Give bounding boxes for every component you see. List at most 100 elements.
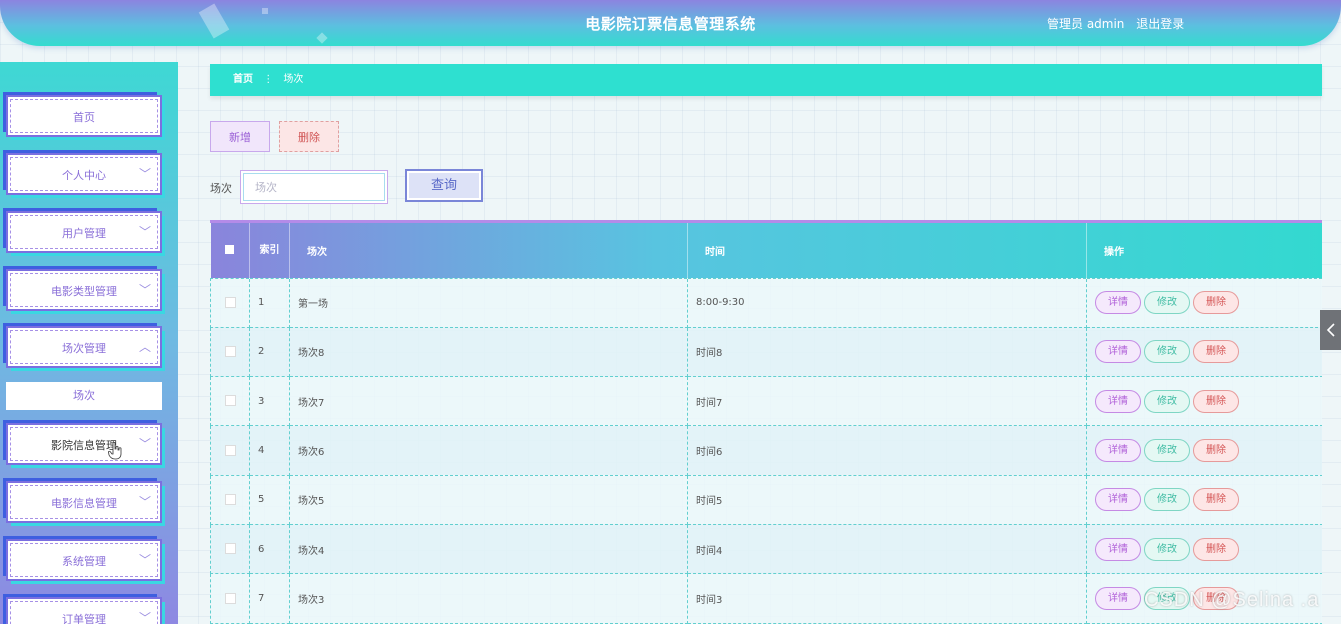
edit-button[interactable]: 修改 (1144, 291, 1190, 315)
cell-operations: 详情 修改 删除 (1086, 326, 1322, 378)
table-header-row: 索引 场次 时间 操作 (210, 223, 1322, 278)
cell-time: 时间7 (687, 376, 1087, 427)
header-operations: 操作 (1086, 223, 1322, 278)
row-select[interactable] (210, 376, 250, 427)
header-time: 时间 (687, 223, 1087, 278)
detail-button[interactable]: 详情 (1095, 291, 1141, 315)
row-checkbox[interactable] (224, 543, 236, 555)
row-checkbox[interactable] (224, 494, 236, 506)
edit-button[interactable]: 修改 (1144, 439, 1190, 463)
delete-button[interactable]: 删除 (1193, 389, 1239, 413)
cell-session: 场次8 (289, 326, 688, 378)
batch-delete-button[interactable]: 删除 (279, 121, 339, 152)
sidebar-item-movie-type-management[interactable]: 电影类型管理 ﹀ (6, 269, 162, 311)
sidebar-subitem-session[interactable]: 场次 (6, 382, 162, 410)
cell-index: 3 (249, 376, 290, 427)
row-checkbox[interactable] (224, 592, 236, 604)
cell-index: 6 (249, 523, 290, 575)
cell-time: 时间4 (687, 523, 1087, 575)
row-select[interactable] (210, 425, 250, 476)
cell-operations: 详情 修改 删除 (1086, 523, 1322, 575)
row-select[interactable] (210, 326, 250, 378)
chevron-down-icon: ﹀ (138, 611, 151, 624)
detail-button[interactable]: 详情 (1095, 439, 1141, 463)
data-table: 索引 场次 时间 操作 1 第一场 8:00-9:30 详情 修改 删除 2 场次8 时间8 详情… (210, 220, 1322, 624)
sidebar-item-system-management[interactable]: 系统管理 ﹀ (6, 539, 162, 581)
cell-time: 8:00-9:30 (687, 277, 1087, 328)
cell-session: 场次4 (289, 523, 688, 575)
cell-time: 时间6 (687, 425, 1087, 476)
cell-operations: 详情 修改 删除 (1086, 474, 1322, 525)
row-checkbox[interactable] (224, 444, 236, 456)
cell-session: 第一场 (289, 277, 688, 328)
header-decoration (316, 32, 328, 44)
edit-button[interactable]: 修改 (1144, 537, 1190, 561)
row-select[interactable] (210, 523, 250, 575)
header-index: 索引 (249, 223, 290, 278)
chevron-down-icon: ﹀ (138, 167, 151, 181)
hand-cursor-icon (108, 442, 122, 460)
detail-button[interactable]: 详情 (1095, 340, 1141, 364)
sidebar-item-user-management[interactable]: 用户管理 ﹀ (6, 211, 162, 253)
row-checkbox[interactable] (224, 395, 236, 407)
watermark: CSDN @Selina .a (1144, 589, 1320, 611)
sidebar-item-session-management[interactable]: 场次管理 ︿ (6, 326, 162, 368)
header-session: 场次 (289, 223, 688, 278)
logout-link[interactable]: 退出登录 (1136, 17, 1184, 31)
table-row: 3 场次7 时间7 详情 修改 删除 (210, 376, 1322, 427)
breadcrumb-current: 场次 (283, 74, 304, 85)
header-user-area: 管理员 admin 退出登录 (1047, 15, 1184, 32)
cell-session: 场次3 (289, 573, 688, 624)
cell-index: 2 (249, 326, 290, 378)
search-input[interactable] (240, 170, 388, 204)
detail-button[interactable]: 详情 (1095, 537, 1141, 561)
cell-index: 4 (249, 425, 290, 476)
cell-time: 时间5 (687, 474, 1087, 525)
row-select[interactable] (210, 573, 250, 624)
chevron-down-icon: ﹀ (138, 553, 151, 567)
top-header: 电影院订票信息管理系统 管理员 admin 退出登录 (0, 0, 1341, 46)
cell-session: 场次6 (289, 425, 688, 476)
sidebar-item-label: 首页 (73, 111, 95, 124)
header-select-all[interactable] (210, 223, 250, 278)
add-button[interactable]: 新增 (210, 121, 270, 152)
sidebar: 首页 个人中心 ﹀ 用户管理 ﹀ 电影类型管理 ﹀ 场次管理 ︿ 场次 影院信息… (0, 62, 178, 624)
chevron-down-icon: ﹀ (138, 495, 151, 509)
sidebar-item-personal-center[interactable]: 个人中心 ﹀ (6, 153, 162, 195)
delete-button[interactable]: 删除 (1193, 439, 1239, 463)
breadcrumb-separator: ⋮ (263, 74, 274, 85)
sidebar-item-order-management[interactable]: 订单管理 ﹀ (6, 597, 162, 624)
sidebar-item-cinema-info-management[interactable]: 影院信息管理 ﹀ (6, 423, 162, 465)
edit-button[interactable]: 修改 (1144, 340, 1190, 364)
table-row: 6 场次4 时间4 详情 修改 删除 (210, 523, 1322, 575)
detail-button[interactable]: 详情 (1095, 389, 1141, 413)
sidebar-item-home[interactable]: 首页 (6, 95, 162, 137)
row-checkbox[interactable] (224, 296, 236, 308)
row-select[interactable] (210, 277, 250, 328)
breadcrumb-home[interactable]: 首页 (233, 74, 253, 85)
chevron-down-icon: ﹀ (138, 225, 151, 239)
detail-button[interactable]: 详情 (1095, 586, 1141, 610)
row-select[interactable] (210, 474, 250, 525)
sidebar-item-movie-info-management[interactable]: 电影信息管理 ﹀ (6, 481, 162, 523)
cell-session: 场次5 (289, 474, 688, 525)
cell-time: 时间8 (687, 326, 1087, 378)
delete-button[interactable]: 删除 (1193, 291, 1239, 315)
cell-index: 7 (249, 573, 290, 624)
search-button[interactable]: 查询 (405, 169, 483, 202)
current-user: 管理员 admin (1047, 17, 1125, 31)
detail-button[interactable]: 详情 (1095, 488, 1141, 512)
edit-button[interactable]: 修改 (1144, 488, 1190, 512)
edit-button[interactable]: 修改 (1144, 389, 1190, 413)
select-all-checkbox[interactable] (225, 245, 235, 255)
chevron-up-icon: ︿ (138, 340, 151, 354)
collapse-toggle[interactable] (1320, 310, 1341, 350)
delete-button[interactable]: 删除 (1193, 488, 1239, 512)
row-checkbox[interactable] (224, 346, 236, 358)
cell-operations: 详情 修改 删除 (1086, 425, 1322, 476)
delete-button[interactable]: 删除 (1193, 340, 1239, 364)
delete-button[interactable]: 删除 (1193, 537, 1239, 561)
cell-time: 时间3 (687, 573, 1087, 624)
cell-operations: 详情 修改 删除 (1086, 376, 1322, 427)
table-row: 1 第一场 8:00-9:30 详情 修改 删除 (210, 277, 1322, 328)
